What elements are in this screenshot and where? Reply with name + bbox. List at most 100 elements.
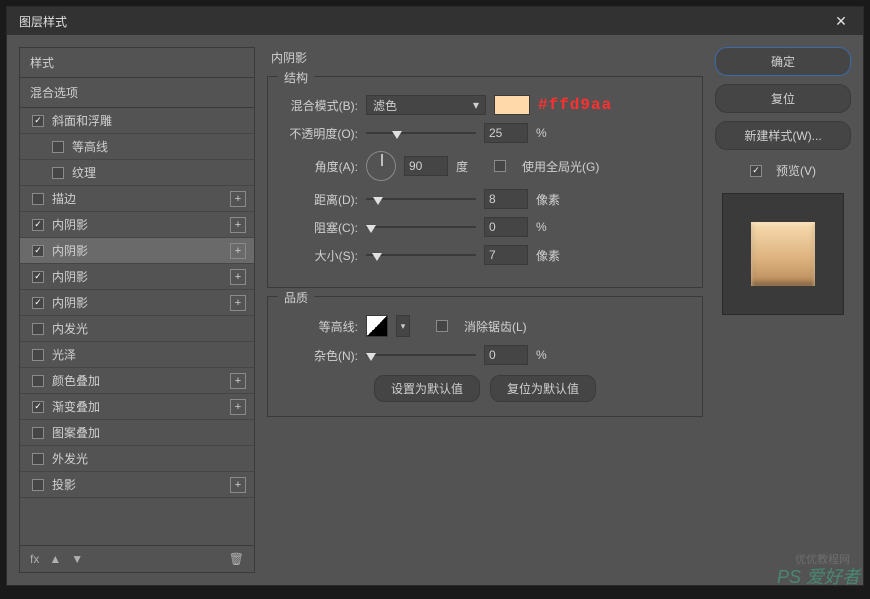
- style-item[interactable]: 内发光: [20, 316, 254, 342]
- distance-label: 距离(D):: [280, 191, 358, 208]
- ok-button[interactable]: 确定: [715, 47, 851, 76]
- effect-title: 内阴影: [267, 47, 703, 68]
- layer-style-dialog: 图层样式 ✕ 样式 混合选项 斜面和浮雕等高线纹理描边+内阴影+内阴影+内阴影+…: [6, 6, 864, 586]
- style-item[interactable]: 内阴影+: [20, 212, 254, 238]
- close-button[interactable]: ✕: [827, 7, 855, 35]
- blend-mode-select[interactable]: 滤色▾: [366, 95, 486, 115]
- size-input[interactable]: [484, 245, 528, 265]
- style-checkbox[interactable]: [32, 219, 44, 231]
- distance-input[interactable]: [484, 189, 528, 209]
- contour-dropdown[interactable]: ▾: [396, 315, 410, 337]
- add-effect-button[interactable]: +: [230, 295, 246, 311]
- add-effect-button[interactable]: +: [230, 399, 246, 415]
- angle-dial[interactable]: [366, 151, 396, 181]
- style-item[interactable]: 纹理: [20, 160, 254, 186]
- contour-thumb[interactable]: [366, 315, 388, 337]
- style-checkbox[interactable]: [52, 167, 64, 179]
- noise-unit: %: [536, 348, 566, 362]
- style-item[interactable]: 等高线: [20, 134, 254, 160]
- noise-slider[interactable]: [366, 345, 476, 365]
- style-item[interactable]: 光泽: [20, 342, 254, 368]
- antialias-label: 消除锯齿(L): [464, 318, 527, 335]
- quality-fieldset: 品质 等高线: ▾ 消除锯齿(L) 杂色(N): % 设置为默认值: [267, 296, 703, 417]
- fx-icon[interactable]: fx: [30, 552, 39, 566]
- choke-slider[interactable]: [366, 217, 476, 237]
- style-checkbox[interactable]: [32, 401, 44, 413]
- preview-label: 预览(V): [776, 162, 816, 179]
- add-effect-button[interactable]: +: [230, 373, 246, 389]
- style-label: 颜色叠加: [52, 372, 230, 389]
- structure-legend: 结构: [278, 69, 314, 86]
- add-effect-button[interactable]: +: [230, 477, 246, 493]
- antialias-checkbox[interactable]: [436, 320, 448, 332]
- titlebar: 图层样式 ✕: [7, 7, 863, 35]
- style-label: 光泽: [52, 346, 246, 363]
- style-item[interactable]: 内阴影+: [20, 264, 254, 290]
- add-effect-button[interactable]: +: [230, 269, 246, 285]
- style-label: 内发光: [52, 320, 246, 337]
- style-item[interactable]: 内阴影+: [20, 238, 254, 264]
- quality-legend: 品质: [278, 289, 314, 306]
- styles-footer: fx ▲ ▼ 🗑: [20, 545, 254, 572]
- style-checkbox[interactable]: [32, 193, 44, 205]
- distance-slider[interactable]: [366, 189, 476, 209]
- noise-input[interactable]: [484, 345, 528, 365]
- style-item[interactable]: 图案叠加: [20, 420, 254, 446]
- center-panel: 内阴影 结构 混合模式(B): 滤色▾ #ffd9aa 不透明度(O): %: [267, 47, 703, 573]
- style-checkbox[interactable]: [32, 375, 44, 387]
- contour-label: 等高线:: [280, 318, 358, 335]
- style-item[interactable]: 内阴影+: [20, 290, 254, 316]
- style-item[interactable]: 投影+: [20, 472, 254, 498]
- style-item[interactable]: 渐变叠加+: [20, 394, 254, 420]
- color-swatch[interactable]: [494, 95, 530, 115]
- cancel-button[interactable]: 复位: [715, 84, 851, 113]
- opacity-unit: %: [536, 126, 566, 140]
- style-checkbox[interactable]: [32, 323, 44, 335]
- preview-box: [722, 193, 844, 315]
- opacity-input[interactable]: [484, 123, 528, 143]
- add-effect-button[interactable]: +: [230, 191, 246, 207]
- blend-mode-label: 混合模式(B):: [280, 97, 358, 114]
- style-label: 图案叠加: [52, 424, 246, 441]
- new-style-button[interactable]: 新建样式(W)...: [715, 121, 851, 150]
- style-checkbox[interactable]: [32, 271, 44, 283]
- add-effect-button[interactable]: +: [230, 217, 246, 233]
- style-checkbox[interactable]: [32, 479, 44, 491]
- dialog-title: 图层样式: [19, 13, 67, 30]
- style-label: 内阴影: [52, 294, 230, 311]
- style-label: 纹理: [72, 164, 246, 181]
- style-item[interactable]: 斜面和浮雕: [20, 108, 254, 134]
- style-checkbox[interactable]: [32, 115, 44, 127]
- styles-header[interactable]: 样式: [20, 48, 254, 78]
- blend-options-header[interactable]: 混合选项: [20, 78, 254, 108]
- style-label: 描边: [52, 190, 230, 207]
- style-item[interactable]: 颜色叠加+: [20, 368, 254, 394]
- angle-input[interactable]: [404, 156, 448, 176]
- preview-checkbox[interactable]: [750, 165, 762, 177]
- reset-default-button[interactable]: 复位为默认值: [490, 375, 596, 402]
- style-checkbox[interactable]: [32, 427, 44, 439]
- style-checkbox[interactable]: [32, 245, 44, 257]
- style-label: 渐变叠加: [52, 398, 230, 415]
- structure-fieldset: 结构 混合模式(B): 滤色▾ #ffd9aa 不透明度(O): %: [267, 76, 703, 288]
- global-light-checkbox[interactable]: [494, 160, 506, 172]
- style-checkbox[interactable]: [32, 349, 44, 361]
- style-checkbox[interactable]: [32, 297, 44, 309]
- up-arrow-icon[interactable]: ▲: [49, 552, 61, 566]
- style-item[interactable]: 描边+: [20, 186, 254, 212]
- size-slider[interactable]: [366, 245, 476, 265]
- preview-swatch: [751, 222, 815, 286]
- angle-label: 角度(A):: [280, 158, 358, 175]
- style-checkbox[interactable]: [52, 141, 64, 153]
- style-checkbox[interactable]: [32, 453, 44, 465]
- style-item[interactable]: 外发光: [20, 446, 254, 472]
- watermark: PS 爱好者: [777, 563, 860, 589]
- down-arrow-icon[interactable]: ▼: [71, 552, 83, 566]
- set-default-button[interactable]: 设置为默认值: [374, 375, 480, 402]
- trash-icon[interactable]: 🗑: [229, 552, 244, 566]
- style-label: 内阴影: [52, 268, 230, 285]
- choke-input[interactable]: [484, 217, 528, 237]
- chevron-down-icon: ▾: [473, 98, 479, 112]
- add-effect-button[interactable]: +: [230, 243, 246, 259]
- opacity-slider[interactable]: [366, 123, 476, 143]
